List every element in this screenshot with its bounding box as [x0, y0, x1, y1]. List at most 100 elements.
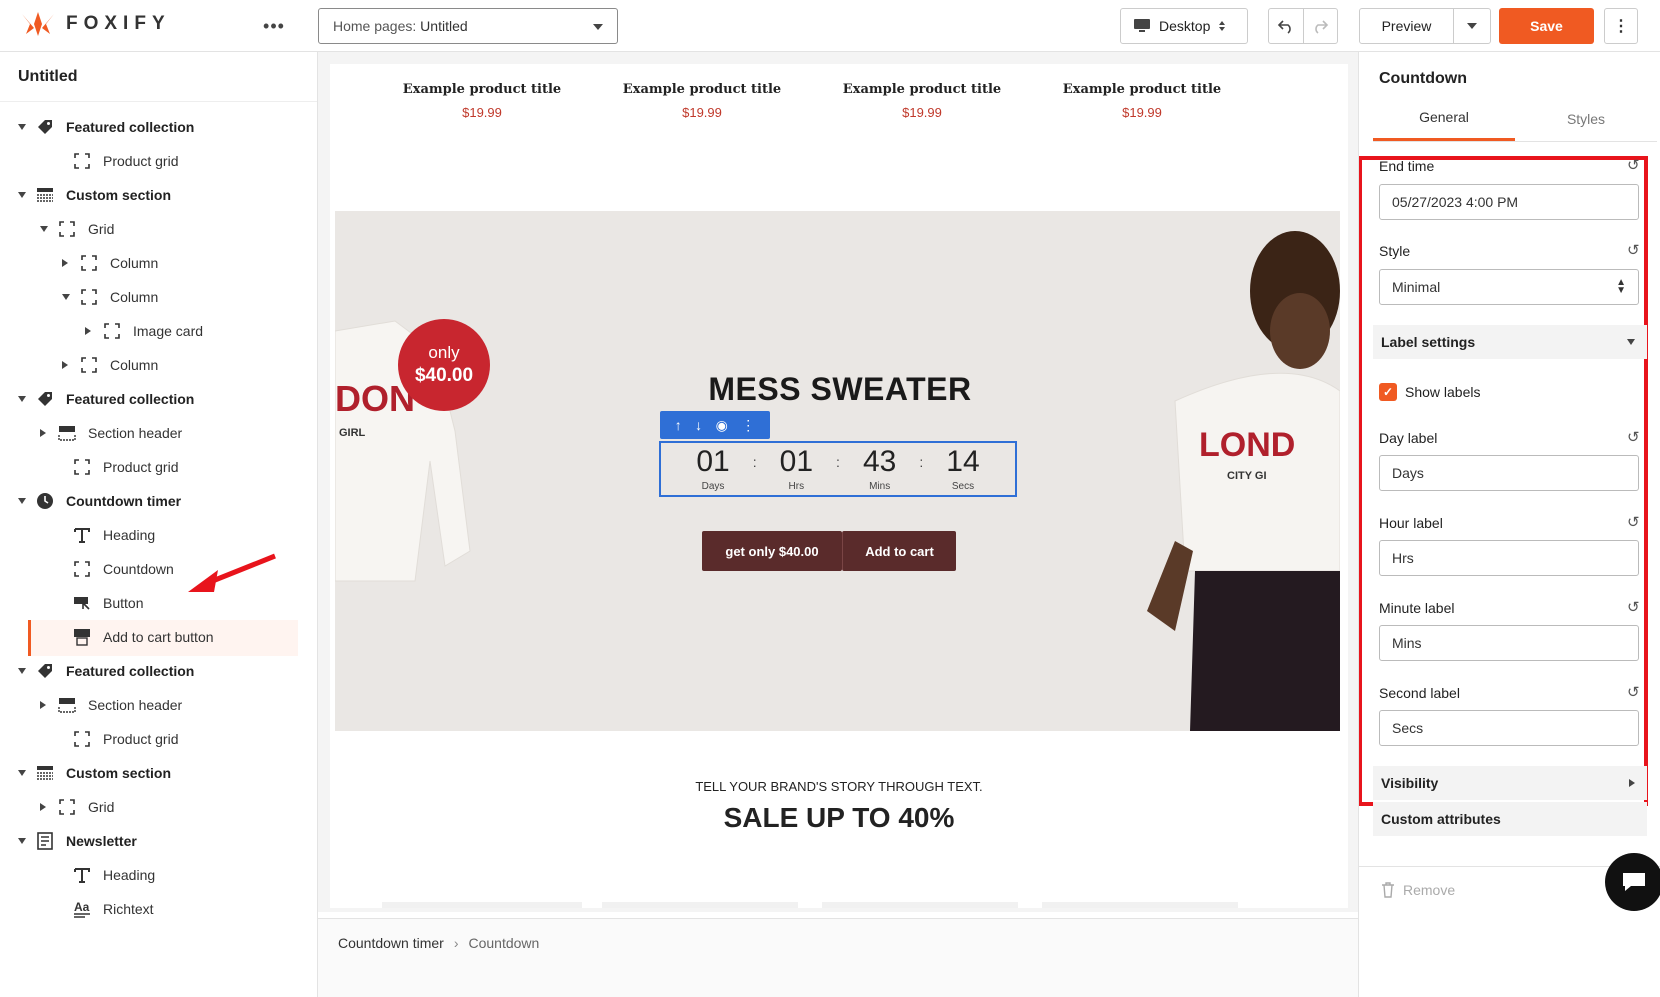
tree-item-label: Countdown [103, 561, 174, 577]
tree-item-newsletter[interactable]: Newsletter [18, 823, 137, 859]
tree-item-grid[interactable]: Grid [40, 789, 114, 825]
tree-item-grid[interactable]: Grid [40, 211, 114, 247]
save-button[interactable]: Save [1499, 8, 1594, 44]
tree-item-countdown[interactable]: Countdown [55, 551, 174, 587]
visibility-accordion[interactable]: Visibility [1373, 766, 1647, 800]
child-model-image: LOND CITY GI [1147, 231, 1340, 731]
caret-right-icon[interactable] [62, 259, 78, 267]
product-card[interactable]: Example product title $19.99 [397, 82, 567, 120]
caret-right-icon[interactable] [40, 803, 56, 811]
reset-icon[interactable]: ↺ [1627, 683, 1640, 701]
hero-banner[interactable]: DON GIRL only $40.00 LOND CITY GI MESS S… [335, 211, 1340, 731]
caret-down-icon[interactable] [18, 668, 34, 674]
eye-icon[interactable]: ◉ [716, 417, 728, 434]
story-text[interactable]: TELL YOUR BRAND'S STORY THROUGH TEXT. [330, 779, 1348, 794]
countdown-value: 01 [696, 444, 730, 478]
tree-item-heading[interactable]: Heading [55, 857, 155, 893]
tree-item-product-grid[interactable]: Product grid [55, 449, 178, 485]
style-select[interactable]: Minimal ▲ ▼ [1379, 269, 1639, 305]
tree-item-section-header[interactable]: Section header [40, 687, 182, 723]
caret-down-icon[interactable] [18, 396, 34, 402]
second-label-field[interactable]: Secs [1379, 710, 1639, 746]
more-options-icon[interactable]: ••• [262, 14, 286, 38]
tree-item-product-grid[interactable]: Product grid [55, 143, 178, 179]
device-selector[interactable]: Desktop [1120, 8, 1248, 44]
reset-icon[interactable]: ↺ [1627, 513, 1640, 531]
banner-heading[interactable]: MESS SWEATER [705, 371, 975, 408]
tree-item-heading[interactable]: Heading [55, 517, 155, 553]
tree-item-label: Product grid [103, 459, 179, 475]
move-down-icon[interactable]: ↓ [695, 417, 702, 433]
chat-widget-button[interactable] [1605, 853, 1660, 911]
reset-icon[interactable]: ↺ [1627, 598, 1640, 616]
more-vertical-icon[interactable]: ⋮ [741, 417, 755, 434]
reset-icon[interactable]: ↺ [1627, 156, 1640, 174]
caret-right-icon[interactable] [62, 361, 78, 369]
add-to-cart-button[interactable]: Add to cart [842, 531, 956, 571]
show-labels-checkbox[interactable]: ✓ [1379, 383, 1397, 401]
custom-attributes-accordion[interactable]: Custom attributes [1373, 802, 1647, 836]
foxify-logo[interactable]: FOXIFY [20, 10, 171, 38]
breadcrumb-parent[interactable]: Countdown timer [338, 935, 444, 951]
logo-text: FOXIFY [66, 13, 171, 34]
tab-styles[interactable]: Styles [1515, 96, 1657, 141]
countdown-separator: : [919, 454, 924, 470]
caret-down-icon[interactable] [40, 226, 56, 232]
page-selector[interactable]: Home pages: Untitled [318, 8, 618, 44]
redo-button[interactable] [1302, 9, 1338, 43]
breadcrumb: Countdown timer › Countdown [318, 918, 1358, 997]
tree-item-add-to-cart-button[interactable]: Add to cart button [55, 619, 214, 655]
product-card[interactable]: Example product title $19.99 [617, 82, 787, 120]
caret-right-icon[interactable] [85, 327, 101, 335]
top-toolbar: FOXIFY ••• Home pages: Untitled Desktop … [0, 0, 1660, 52]
caret-down-icon[interactable] [62, 294, 78, 300]
tree-item-button[interactable]: Button [55, 585, 143, 621]
kebab-menu-icon[interactable]: ⋮ [1604, 8, 1638, 44]
tree-item-column[interactable]: Column [62, 347, 158, 383]
minute-label-label: Minute label [1379, 600, 1455, 616]
tree-item-column[interactable]: Column [62, 279, 158, 315]
caret-down-icon[interactable] [18, 124, 34, 130]
undo-button[interactable] [1269, 9, 1303, 43]
frame-icon [56, 796, 78, 818]
frame-icon [78, 286, 100, 308]
caret-down-icon[interactable] [18, 192, 34, 198]
remove-button[interactable]: Remove [1381, 882, 1455, 898]
tree-item-custom-section[interactable]: Custom section [18, 755, 171, 791]
caret-right-icon[interactable] [40, 701, 56, 709]
reset-icon[interactable]: ↺ [1627, 241, 1640, 259]
tree-item-featured-collection[interactable]: Featured collection [18, 653, 194, 689]
tree-item-column[interactable]: Column [62, 245, 158, 281]
hour-label-field[interactable]: Hrs [1379, 540, 1639, 576]
tree-item-image-card[interactable]: Image card [85, 313, 203, 349]
tree-item-product-grid[interactable]: Product grid [55, 721, 178, 757]
caret-down-icon[interactable] [18, 838, 34, 844]
reset-icon[interactable]: ↺ [1627, 428, 1640, 446]
tree-item-countdown-timer[interactable]: Countdown timer [18, 483, 181, 519]
tree-item-featured-collection[interactable]: Featured collection [18, 381, 194, 417]
day-label-field[interactable]: Days [1379, 455, 1639, 491]
caret-right-icon[interactable] [40, 429, 56, 437]
countdown-minutes: 43 Mins [852, 446, 908, 492]
breadcrumb-current[interactable]: Countdown [469, 935, 540, 951]
minute-label-field[interactable]: Mins [1379, 625, 1639, 661]
caret-down-icon[interactable] [18, 498, 34, 504]
tree-item-section-header[interactable]: Section header [40, 415, 182, 451]
section-icon [34, 184, 56, 206]
sale-heading[interactable]: SALE UP TO 40% [330, 802, 1348, 834]
label-settings-accordion[interactable]: Label settings [1373, 325, 1647, 359]
preview-button[interactable]: Preview [1360, 9, 1454, 43]
move-up-icon[interactable]: ↑ [675, 417, 682, 433]
get-only-button[interactable]: get only $40.00 [702, 531, 842, 571]
product-card[interactable]: Example product title $19.99 [837, 82, 1007, 120]
caret-down-icon[interactable] [18, 770, 34, 776]
countdown-timer[interactable]: 01 Days : 01 Hrs : 43 Mins : 14 Secs [659, 441, 1017, 497]
preview-dropdown-button[interactable] [1454, 9, 1490, 43]
tree-item-richtext[interactable]: Aa Richtext [55, 891, 154, 927]
tree-item-featured-collection[interactable]: Featured collection [18, 109, 194, 145]
tree-item-custom-section[interactable]: Custom section [18, 177, 171, 213]
product-card[interactable]: Example product title $19.99 [1057, 82, 1227, 120]
tab-general[interactable]: General [1373, 96, 1515, 141]
page-selector-value: Untitled [420, 18, 468, 34]
end-time-field[interactable]: 05/27/2023 4:00 PM [1379, 184, 1639, 220]
